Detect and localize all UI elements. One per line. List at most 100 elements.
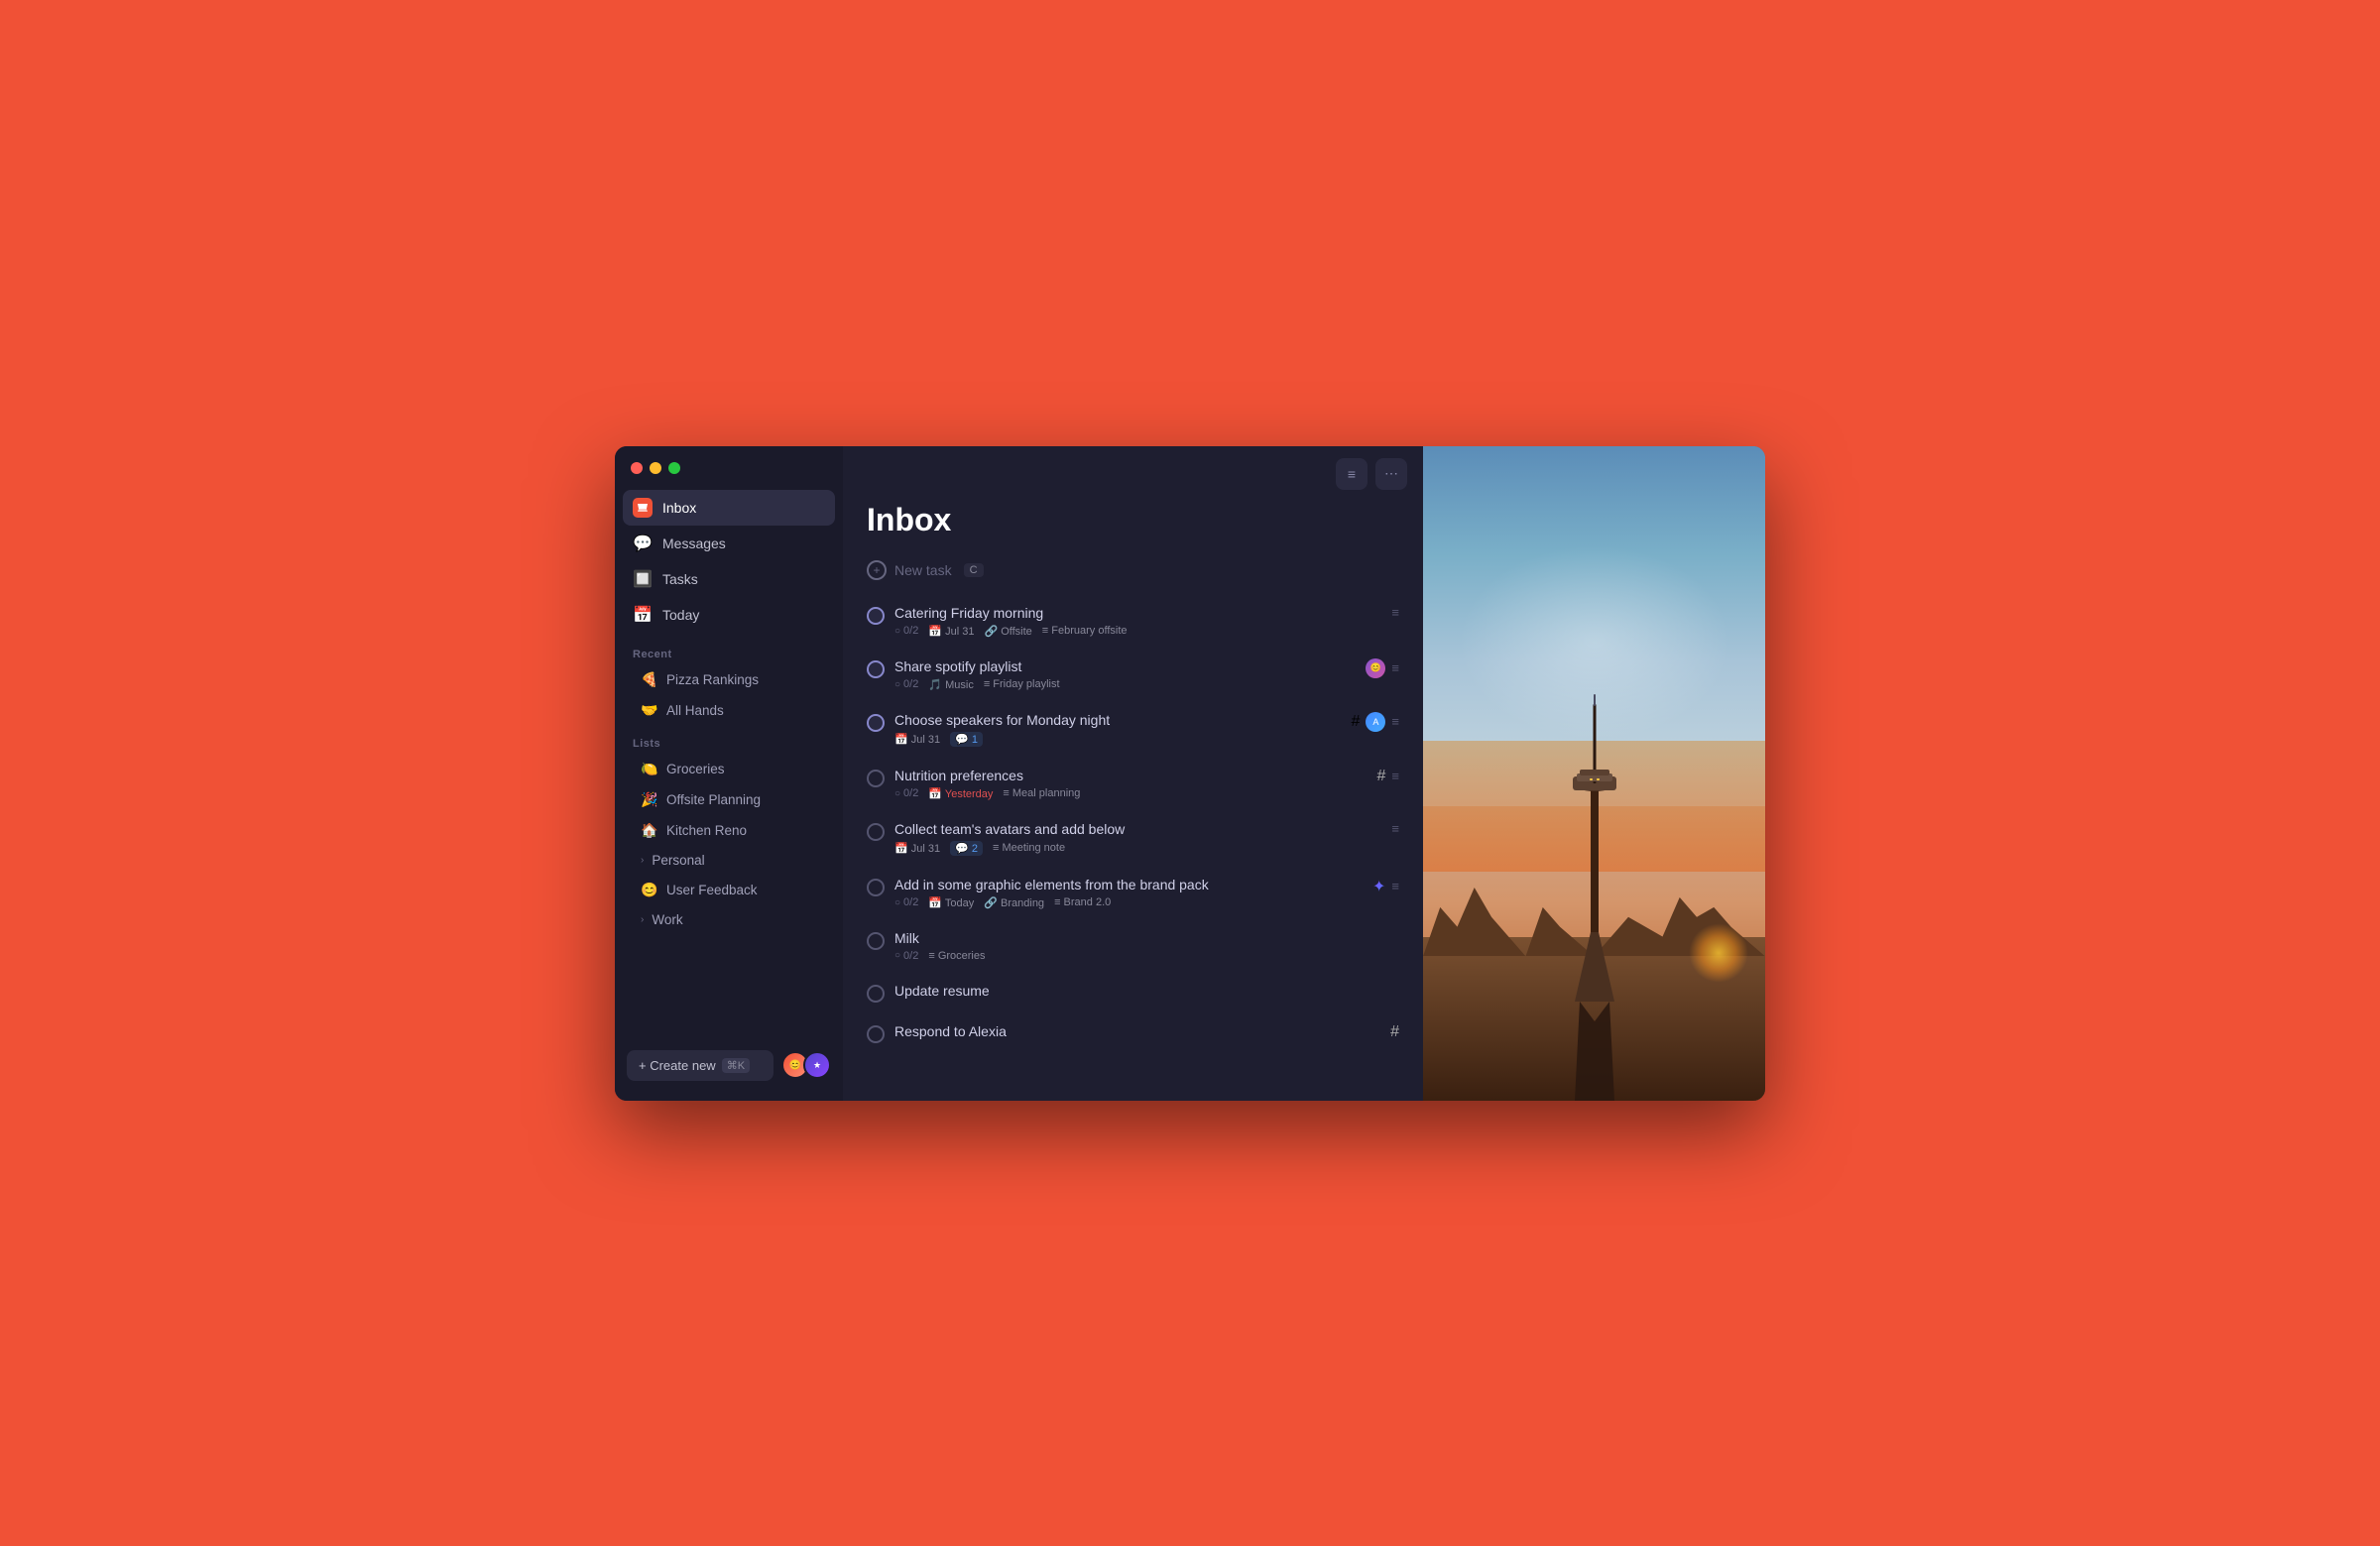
section-tag: 🔗 Offsite bbox=[984, 625, 1031, 638]
task-row[interactable]: Respond to Alexia # bbox=[851, 1013, 1415, 1053]
task-checkbox[interactable] bbox=[867, 879, 885, 896]
task-title: Choose speakers for Monday night bbox=[894, 712, 1342, 728]
task-row[interactable]: Collect team's avatars and add below 📅 J… bbox=[851, 811, 1415, 866]
tv-tower-svg bbox=[1555, 684, 1634, 1101]
pizza-emoji: 🍕 bbox=[641, 671, 658, 688]
sidebar-item-groceries[interactable]: 🍋 Groceries bbox=[623, 755, 835, 783]
menu-icon[interactable]: ≡ bbox=[1391, 660, 1399, 675]
new-task-row[interactable]: + New task C bbox=[843, 554, 1423, 594]
more-options-button[interactable]: ⋯ bbox=[1375, 458, 1407, 490]
sidebar-item-today[interactable]: 📅 Today bbox=[623, 597, 835, 633]
task-row[interactable]: Share spotify playlist ○ 0/2 🎵 Music ≡ F… bbox=[851, 649, 1415, 701]
filter-button[interactable]: ≡ bbox=[1336, 458, 1368, 490]
lists-section-label: Lists bbox=[615, 726, 843, 754]
list-tag: ≡ Groceries bbox=[928, 950, 985, 962]
task-title: Milk bbox=[894, 930, 1389, 946]
task-checkbox[interactable] bbox=[867, 932, 885, 950]
task-actions: ≡ bbox=[1391, 821, 1399, 836]
user-avatar-2[interactable]: ★ bbox=[803, 1051, 831, 1079]
task-row[interactable]: Update resume bbox=[851, 973, 1415, 1012]
messages-icon: 💬 bbox=[633, 534, 653, 553]
task-row[interactable]: Add in some graphic elements from the br… bbox=[851, 867, 1415, 919]
new-task-label: New task bbox=[894, 562, 952, 578]
comment-count: 💬 1 bbox=[950, 732, 983, 747]
allhands-emoji: 🤝 bbox=[641, 702, 658, 719]
sidebar-item-inbox[interactable]: Inbox bbox=[623, 490, 835, 526]
task-title: Nutrition preferences bbox=[894, 768, 1368, 783]
task-checkbox[interactable] bbox=[867, 714, 885, 732]
assignee-avatar: A bbox=[1366, 712, 1385, 732]
kitchen-reno-label: Kitchen Reno bbox=[666, 823, 747, 838]
sidebar-item-tasks-label: Tasks bbox=[662, 571, 698, 587]
task-actions: # bbox=[1390, 1023, 1399, 1041]
slack-icon: # bbox=[1377, 768, 1386, 785]
task-title: Catering Friday morning bbox=[894, 605, 1381, 621]
task-checkbox[interactable] bbox=[867, 823, 885, 841]
new-task-shortcut: C bbox=[964, 563, 984, 577]
tasks-list: Catering Friday morning ○ 0/2 📅 Jul 31 🔗… bbox=[843, 594, 1423, 1101]
create-new-button[interactable]: + Create new ⌘K bbox=[627, 1050, 774, 1081]
task-meta: 📅 Jul 31 💬 1 bbox=[894, 732, 1342, 747]
feedback-emoji: 😊 bbox=[641, 882, 658, 898]
task-body: Collect team's avatars and add below 📅 J… bbox=[894, 821, 1381, 856]
main-header: ≡ ⋯ bbox=[843, 446, 1423, 502]
task-row[interactable]: Choose speakers for Monday night 📅 Jul 3… bbox=[851, 702, 1415, 757]
list-tag: ≡ Meeting note bbox=[993, 842, 1065, 854]
menu-icon[interactable]: ≡ bbox=[1391, 879, 1399, 893]
offsite-planning-label: Offsite Planning bbox=[666, 792, 761, 807]
minimize-traffic-light[interactable] bbox=[650, 462, 661, 474]
task-title: Collect team's avatars and add below bbox=[894, 821, 1381, 837]
task-checkbox[interactable] bbox=[867, 1025, 885, 1043]
due-date-overdue: 📅 Yesterday bbox=[928, 787, 993, 800]
task-checkbox[interactable] bbox=[867, 985, 885, 1003]
task-meta: ○ 0/2 📅 Jul 31 🔗 Offsite ≡ February offs… bbox=[894, 625, 1381, 638]
close-traffic-light[interactable] bbox=[631, 462, 643, 474]
task-meta: ○ 0/2 📅 Yesterday ≡ Meal planning bbox=[894, 787, 1368, 800]
task-checkbox[interactable] bbox=[867, 770, 885, 787]
personal-label: Personal bbox=[652, 853, 704, 868]
sidebar-item-all-hands[interactable]: 🤝 All Hands bbox=[623, 696, 835, 725]
menu-icon[interactable]: ≡ bbox=[1391, 605, 1399, 620]
subtask-count: ○ 0/2 bbox=[894, 950, 918, 962]
subtask-count: ○ 0/2 bbox=[894, 896, 918, 908]
task-checkbox[interactable] bbox=[867, 660, 885, 678]
sidebar-item-work[interactable]: › Work bbox=[623, 906, 835, 933]
due-date: 📅 Jul 31 bbox=[894, 733, 940, 746]
slack-icon: # bbox=[1352, 713, 1361, 731]
sidebar-item-personal[interactable]: › Personal bbox=[623, 847, 835, 874]
sidebar-item-kitchen-reno[interactable]: 🏠 Kitchen Reno bbox=[623, 816, 835, 845]
section-tag: 🔗 Branding bbox=[984, 896, 1044, 909]
task-row[interactable]: Catering Friday morning ○ 0/2 📅 Jul 31 🔗… bbox=[851, 595, 1415, 648]
sidebar-item-tasks[interactable]: 🔲 Tasks bbox=[623, 561, 835, 597]
task-actions: 😊 ≡ bbox=[1366, 658, 1399, 678]
sidebar: Inbox 💬 Messages 🔲 Tasks 📅 Today Recent … bbox=[615, 446, 843, 1101]
sidebar-item-offsite-planning[interactable]: 🎉 Offsite Planning bbox=[623, 785, 835, 814]
offsite-emoji: 🎉 bbox=[641, 791, 658, 808]
filter-icon: ≡ bbox=[1348, 466, 1356, 482]
right-panel bbox=[1423, 446, 1765, 1101]
task-actions: ≡ bbox=[1391, 605, 1399, 620]
subtask-count: ○ 0/2 bbox=[894, 625, 918, 637]
new-task-icon: + bbox=[867, 560, 887, 580]
page-title: Inbox bbox=[843, 502, 1423, 554]
create-new-label: + Create new bbox=[639, 1058, 716, 1073]
sidebar-bottom: + Create new ⌘K 😊 ★ bbox=[615, 1042, 843, 1089]
task-row[interactable]: Nutrition preferences ○ 0/2 📅 Yesterday … bbox=[851, 758, 1415, 810]
task-body: Share spotify playlist ○ 0/2 🎵 Music ≡ F… bbox=[894, 658, 1356, 691]
maximize-traffic-light[interactable] bbox=[668, 462, 680, 474]
assignee-avatar: 😊 bbox=[1366, 658, 1385, 678]
sidebar-item-pizza-rankings[interactable]: 🍕 Pizza Rankings bbox=[623, 665, 835, 694]
recent-section-label: Recent bbox=[615, 637, 843, 664]
menu-icon[interactable]: ≡ bbox=[1391, 769, 1399, 783]
menu-icon[interactable]: ≡ bbox=[1391, 821, 1399, 836]
task-checkbox[interactable] bbox=[867, 607, 885, 625]
menu-icon[interactable]: ≡ bbox=[1391, 714, 1399, 729]
task-row[interactable]: Milk ○ 0/2 ≡ Groceries bbox=[851, 920, 1415, 972]
groceries-emoji: 🍋 bbox=[641, 761, 658, 777]
sidebar-item-user-feedback[interactable]: 😊 User Feedback bbox=[623, 876, 835, 904]
sidebar-item-messages[interactable]: 💬 Messages bbox=[623, 526, 835, 561]
task-title: Respond to Alexia bbox=[894, 1023, 1380, 1039]
tasks-icon: 🔲 bbox=[633, 569, 653, 589]
groceries-label: Groceries bbox=[666, 762, 725, 776]
task-meta: ○ 0/2 🎵 Music ≡ Friday playlist bbox=[894, 678, 1356, 691]
